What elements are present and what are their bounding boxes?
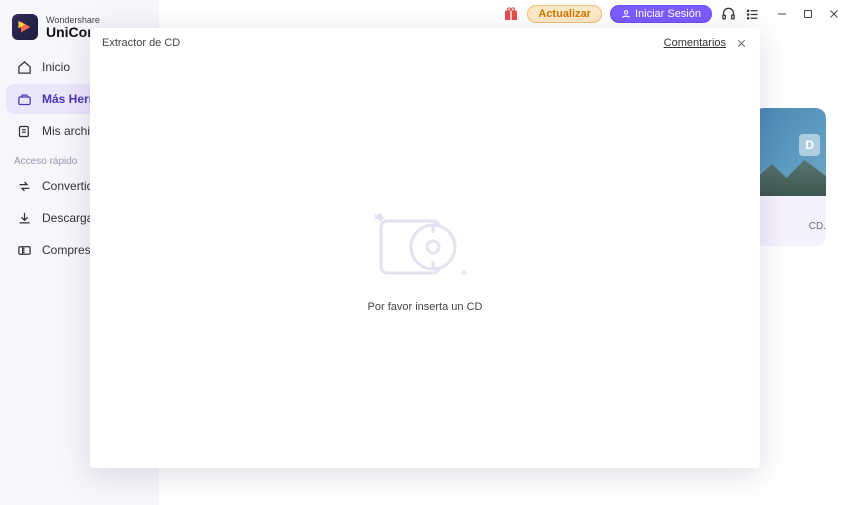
background-card: D CD.	[754, 108, 826, 246]
update-label: Actualizar	[538, 8, 591, 20]
home-icon	[16, 59, 32, 75]
support-icon[interactable]	[720, 6, 736, 22]
sidebar-item-label: Inicio	[42, 60, 70, 74]
toolbox-icon	[16, 91, 32, 107]
card-desc: CD.	[809, 221, 826, 232]
close-icon[interactable]	[826, 6, 842, 22]
menu-icon[interactable]	[744, 6, 760, 22]
topbar: Actualizar Iniciar Sesión	[159, 0, 850, 26]
modal-message: Por favor inserta un CD	[368, 301, 483, 313]
modal-close-icon[interactable]	[734, 36, 748, 50]
maximize-icon[interactable]	[800, 6, 816, 22]
gift-icon[interactable]	[503, 6, 519, 22]
card-tag: D	[799, 134, 820, 156]
compress-icon	[16, 242, 32, 258]
convert-icon	[16, 178, 32, 194]
modal-header: Extractor de CD Comentarios	[90, 28, 760, 58]
card-thumbnail: D	[754, 108, 826, 196]
user-icon	[621, 9, 631, 19]
cd-extractor-modal: Extractor de CD Comentarios ✦	[90, 28, 760, 468]
feedback-link[interactable]: Comentarios	[664, 37, 726, 49]
login-label: Iniciar Sesión	[635, 8, 701, 20]
window-controls	[774, 6, 842, 22]
modal-body: ✦ ✦ Por favor inserta un CD	[90, 58, 760, 468]
update-button[interactable]: Actualizar	[527, 5, 602, 23]
files-icon	[16, 123, 32, 139]
minimize-icon[interactable]	[774, 6, 790, 22]
svg-text:✦: ✦	[375, 213, 387, 226]
modal-title: Extractor de CD	[102, 37, 180, 49]
insert-cd-icon: ✦ ✦	[375, 213, 475, 275]
brand-logo	[12, 14, 38, 40]
download-icon	[16, 210, 32, 226]
svg-text:✦: ✦	[459, 266, 469, 280]
login-button[interactable]: Iniciar Sesión	[610, 5, 712, 23]
